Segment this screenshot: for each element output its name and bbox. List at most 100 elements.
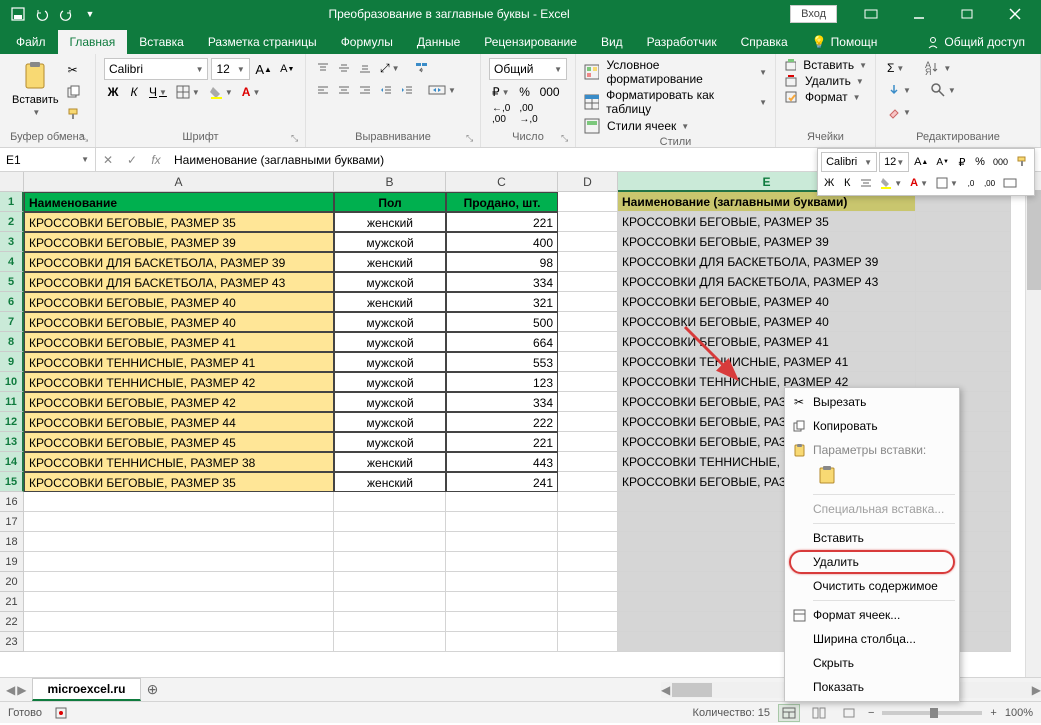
tab-help[interactable]: Справка	[729, 30, 800, 54]
cell[interactable]	[334, 492, 446, 512]
row-header[interactable]: 7	[0, 312, 24, 332]
ctx-hide[interactable]: Скрыть	[785, 651, 959, 675]
cell[interactable]: КРОССОВКИ БЕГОВЫЕ, РАЗМЕР 40	[618, 312, 916, 332]
tab-tell-me[interactable]: 💡Помощн	[800, 30, 890, 54]
cell[interactable]: КРОССОВКИ БЕГОВЫЕ, РАЗМЕР 45	[24, 432, 334, 452]
ctx-format-cells[interactable]: Формат ячеек...	[785, 603, 959, 627]
cell[interactable]: 500	[446, 312, 558, 332]
cell[interactable]	[558, 632, 618, 652]
cell[interactable]	[558, 592, 618, 612]
cell[interactable]	[24, 492, 334, 512]
tab-home[interactable]: Главная	[58, 30, 128, 54]
mini-font-color-icon[interactable]: A▼	[907, 174, 931, 192]
minimize-icon[interactable]	[897, 0, 941, 28]
mini-bold-button[interactable]: Ж	[821, 174, 837, 192]
cell[interactable]	[558, 432, 618, 452]
row-header[interactable]: 3	[0, 232, 24, 252]
maximize-icon[interactable]	[945, 0, 989, 28]
cell[interactable]: 123	[446, 372, 558, 392]
cell[interactable]	[24, 592, 334, 612]
row-header[interactable]: 16	[0, 492, 24, 512]
ctx-column-width[interactable]: Ширина столбца...	[785, 627, 959, 651]
mini-decrease-font-icon[interactable]: A▼	[933, 153, 952, 171]
cell[interactable]: КРОССОВКИ ТЕННИСНЫЕ, РАЗМЕР 38	[24, 452, 334, 472]
comma-icon[interactable]: 000	[537, 82, 563, 102]
cell[interactable]: КРОССОВКИ БЕГОВЫЕ, РАЗМЕР 40	[618, 292, 916, 312]
enter-formula-icon[interactable]: ✓	[120, 148, 144, 171]
decrease-decimal-icon[interactable]: ,00→,0	[516, 104, 540, 124]
cell[interactable]	[558, 332, 618, 352]
cell[interactable]: мужской	[334, 432, 446, 452]
mini-currency-icon[interactable]: ₽	[954, 153, 970, 171]
ribbon-display-icon[interactable]	[849, 0, 893, 28]
tab-layout[interactable]: Разметка страницы	[196, 30, 329, 54]
login-button[interactable]: Вход	[790, 5, 837, 23]
cell[interactable]: мужской	[334, 392, 446, 412]
format-cells-button[interactable]: Формат▼	[784, 90, 867, 104]
sheet-nav-next-icon[interactable]: ▶	[17, 683, 26, 697]
mini-size-combo[interactable]: 12▼	[879, 152, 909, 172]
cell[interactable]	[916, 252, 1011, 272]
cell[interactable]: 221	[446, 212, 558, 232]
header-cell[interactable]: Продано, шт.	[446, 192, 558, 212]
align-right-icon[interactable]	[356, 80, 374, 100]
cell[interactable]	[558, 352, 618, 372]
column-header-B[interactable]: B	[334, 172, 446, 192]
cell[interactable]	[558, 312, 618, 332]
font-size-combo[interactable]: 12▼	[211, 58, 249, 80]
row-header[interactable]: 9	[0, 352, 24, 372]
cell[interactable]	[558, 392, 618, 412]
cell[interactable]	[24, 552, 334, 572]
cell[interactable]: женский	[334, 472, 446, 492]
cell[interactable]: КРОССОВКИ ТЕННИСНЫЕ, РАЗМЕР 42	[24, 372, 334, 392]
cell[interactable]	[558, 472, 618, 492]
cell[interactable]: женский	[334, 292, 446, 312]
cell[interactable]	[24, 612, 334, 632]
cell[interactable]: женский	[334, 452, 446, 472]
ctx-paste-default[interactable]	[813, 462, 841, 488]
cell[interactable]	[916, 292, 1011, 312]
column-header-A[interactable]: A	[24, 172, 334, 192]
cell[interactable]: мужской	[334, 272, 446, 292]
header-cell[interactable]: Пол	[334, 192, 446, 212]
cell[interactable]: женский	[334, 252, 446, 272]
cell[interactable]: КРОССОВКИ БЕГОВЫЕ, РАЗМЕР 35	[618, 212, 916, 232]
cell[interactable]	[24, 532, 334, 552]
row-header[interactable]: 5	[0, 272, 24, 292]
sort-filter-icon[interactable]: AЯ▼	[920, 58, 954, 78]
cell[interactable]	[446, 532, 558, 552]
cell[interactable]	[334, 552, 446, 572]
fill-icon[interactable]: ▼	[884, 80, 914, 100]
ctx-copy[interactable]: Копировать	[785, 414, 959, 438]
cell[interactable]: КРОССОВКИ БЕГОВЫЕ, РАЗМЕР 41	[24, 332, 334, 352]
cell[interactable]	[558, 412, 618, 432]
clear-icon[interactable]: ▼	[884, 102, 914, 122]
mini-borders-icon[interactable]: ▼	[933, 174, 961, 192]
cell[interactable]	[446, 592, 558, 612]
row-header[interactable]: 8	[0, 332, 24, 352]
zoom-slider[interactable]	[882, 711, 982, 715]
cell[interactable]: КРОССОВКИ ДЛЯ БАСКЕТБОЛА, РАЗМЕР 43	[618, 272, 916, 292]
cell[interactable]: КРОССОВКИ БЕГОВЫЕ, РАЗМЕР 41	[618, 332, 916, 352]
cell[interactable]: КРОССОВКИ БЕГОВЫЕ, РАЗМЕР 39	[618, 232, 916, 252]
row-header[interactable]: 1	[0, 192, 24, 212]
increase-font-icon[interactable]: A▲	[253, 59, 275, 79]
font-color-icon[interactable]: A▼	[239, 82, 264, 102]
row-header[interactable]: 11	[0, 392, 24, 412]
cell[interactable]: мужской	[334, 412, 446, 432]
cell[interactable]	[558, 552, 618, 572]
cell[interactable]: КРОССОВКИ ДЛЯ БАСКЕТБОЛА, РАЗМЕР 39	[618, 252, 916, 272]
cell[interactable]: 222	[446, 412, 558, 432]
cell[interactable]	[334, 612, 446, 632]
cell[interactable]: мужской	[334, 332, 446, 352]
align-left-icon[interactable]	[314, 80, 332, 100]
tab-developer[interactable]: Разработчик	[635, 30, 729, 54]
save-icon[interactable]	[8, 4, 28, 24]
row-header[interactable]: 21	[0, 592, 24, 612]
mini-increase-font-icon[interactable]: A▲	[911, 153, 931, 171]
cell[interactable]: 664	[446, 332, 558, 352]
row-header[interactable]: 18	[0, 532, 24, 552]
paste-button[interactable]: Вставить▼	[8, 58, 63, 124]
clipboard-launcher-icon[interactable]: ⤡	[81, 133, 93, 145]
cell[interactable]: мужской	[334, 352, 446, 372]
